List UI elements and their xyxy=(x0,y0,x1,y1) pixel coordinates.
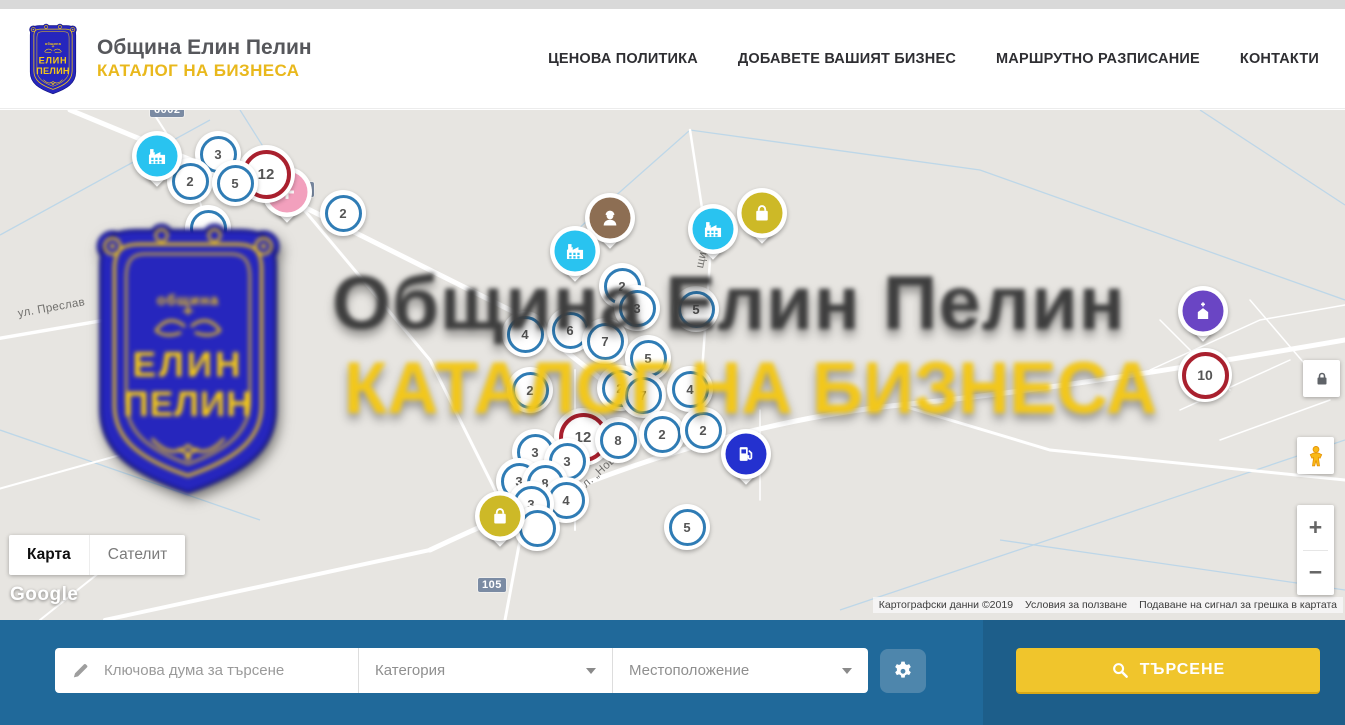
map-pin-church[interactable] xyxy=(1178,286,1228,348)
keyword-field xyxy=(55,648,358,693)
road-badge: 6002 xyxy=(150,110,184,117)
cluster-count: 5 xyxy=(217,165,254,202)
map-markers-layer: 6002105ул. Преславбул. „Новоселщи“123252… xyxy=(0,110,1345,620)
pegman-icon xyxy=(1305,443,1327,469)
map-pin-factory[interactable] xyxy=(132,131,182,193)
zoom-out-button[interactable]: − xyxy=(1297,551,1334,595)
municipality-crest-logo xyxy=(26,22,80,96)
map-cluster-marker[interactable]: 5 xyxy=(673,286,719,332)
map-cluster-marker[interactable]: 4 xyxy=(502,311,548,357)
attribution-terms-link[interactable]: Условия за ползване xyxy=(1019,597,1133,613)
logo-title: Община Елин Пелин xyxy=(97,36,312,60)
map-cluster-marker[interactable]: 7 xyxy=(582,318,628,364)
map-pin-bag[interactable] xyxy=(737,188,787,250)
cluster-count: 3 xyxy=(619,290,656,327)
bag-icon xyxy=(742,193,783,234)
map-cluster-marker[interactable]: 2 xyxy=(680,407,726,453)
map-cluster-marker[interactable]: 5 xyxy=(664,504,710,550)
map-cluster-marker[interactable]: 5 xyxy=(212,160,258,206)
map-type-control: Карта Сателит xyxy=(9,535,185,575)
nav-contacts[interactable]: КОНТАКТИ xyxy=(1240,51,1319,67)
nav-route-schedule[interactable]: МАРШРУТНО РАЗПИСАНИЕ xyxy=(996,51,1200,67)
cluster-count: 7 xyxy=(625,377,662,414)
map-pin-factory[interactable] xyxy=(550,226,600,288)
map-cluster-marker[interactable]: 8 xyxy=(595,417,641,463)
cluster-count: 10 xyxy=(1182,352,1229,399)
map-cluster-marker[interactable]: 4 xyxy=(667,366,713,412)
bag-icon xyxy=(480,496,521,537)
cluster-count: 2 xyxy=(325,195,362,232)
map-pin-fuel[interactable] xyxy=(721,429,771,491)
factory-icon xyxy=(693,209,734,250)
cluster-count xyxy=(190,210,227,247)
gear-icon xyxy=(892,660,914,682)
street-label: ул. Преслав xyxy=(17,296,86,320)
cluster-count: 4 xyxy=(507,316,544,353)
zoom-control: + − xyxy=(1297,505,1334,595)
google-logo[interactable]: Google xyxy=(10,584,78,606)
map-type-satellite-button[interactable]: Сателит xyxy=(89,535,185,575)
search-input-group: Категория Местоположение xyxy=(55,648,868,693)
map-attribution: Картографски данни ©2019 Условия за полз… xyxy=(873,597,1343,613)
map-pin-bag[interactable] xyxy=(475,491,525,553)
lock-icon xyxy=(1312,369,1332,389)
search-bar: Категория Местоположение ТЪРСЕНЕ xyxy=(0,620,1345,725)
location-select-value: Местоположение xyxy=(629,662,749,679)
map-pin-factory[interactable] xyxy=(688,204,738,266)
site-logo[interactable]: Община Елин Пелин КАТАЛОГ НА БИЗНЕСА xyxy=(26,22,312,96)
page-top-strip xyxy=(0,0,1345,9)
cluster-count: 5 xyxy=(669,509,706,546)
map-type-map-button[interactable]: Карта xyxy=(9,535,89,575)
attribution-copyright: Картографски данни ©2019 xyxy=(873,597,1019,613)
map-cluster-marker[interactable]: 2 xyxy=(320,190,366,236)
nav-add-business[interactable]: ДОБАВЕТЕ ВАШИЯТ БИЗНЕС xyxy=(738,51,956,67)
road-badge: 105 xyxy=(478,578,506,592)
logo-subtitle: КАТАЛОГ НА БИЗНЕСА xyxy=(97,61,312,81)
cluster-count: 2 xyxy=(644,416,681,453)
google-map[interactable]: 6002105ул. Преславбул. „Новоселщи“123252… xyxy=(0,110,1345,620)
cluster-count: 2 xyxy=(512,372,549,409)
cluster-count: 2 xyxy=(685,412,722,449)
nav-pricing-policy[interactable]: ЦЕНОВА ПОЛИТИКА xyxy=(548,51,698,67)
cluster-count: 8 xyxy=(600,422,637,459)
map-cluster-marker[interactable]: 2 xyxy=(507,367,553,413)
site-header: Община Елин Пелин КАТАЛОГ НА БИЗНЕСА ЦЕН… xyxy=(0,9,1345,109)
factory-icon xyxy=(137,136,178,177)
map-cluster-marker[interactable]: 2 xyxy=(639,411,685,457)
cluster-count: 4 xyxy=(672,371,709,408)
pencil-icon xyxy=(71,661,90,680)
chevron-down-icon xyxy=(586,668,596,674)
category-select-value: Категория xyxy=(375,662,445,679)
location-select[interactable]: Местоположение xyxy=(612,648,868,693)
search-button-label: ТЪРСЕНЕ xyxy=(1140,661,1225,679)
map-cluster-marker[interactable] xyxy=(185,205,231,251)
search-submit-button[interactable]: ТЪРСЕНЕ xyxy=(1016,648,1320,694)
fuel-icon xyxy=(726,434,767,475)
zoom-in-button[interactable]: + xyxy=(1297,506,1334,550)
chevron-down-icon xyxy=(842,668,852,674)
map-lock-button[interactable] xyxy=(1303,360,1340,397)
search-icon xyxy=(1111,661,1130,680)
advanced-search-settings-button[interactable] xyxy=(880,649,926,693)
cluster-count: 7 xyxy=(587,323,624,360)
main-nav: ЦЕНОВА ПОЛИТИКА ДОБАВЕТЕ ВАШИЯТ БИЗНЕС М… xyxy=(548,51,1319,67)
street-view-pegman-button[interactable] xyxy=(1297,437,1334,474)
map-cluster-marker[interactable]: 10 xyxy=(1178,348,1232,402)
category-select[interactable]: Категория xyxy=(358,648,612,693)
church-icon xyxy=(1183,291,1224,332)
attribution-report-error-link[interactable]: Подаване на сигнал за грешка в картата xyxy=(1133,597,1343,613)
factory-icon xyxy=(555,231,596,272)
keyword-search-input[interactable] xyxy=(102,661,342,680)
logo-text: Община Елин Пелин КАТАЛОГ НА БИЗНЕСА xyxy=(97,36,312,80)
cluster-count: 5 xyxy=(678,291,715,328)
